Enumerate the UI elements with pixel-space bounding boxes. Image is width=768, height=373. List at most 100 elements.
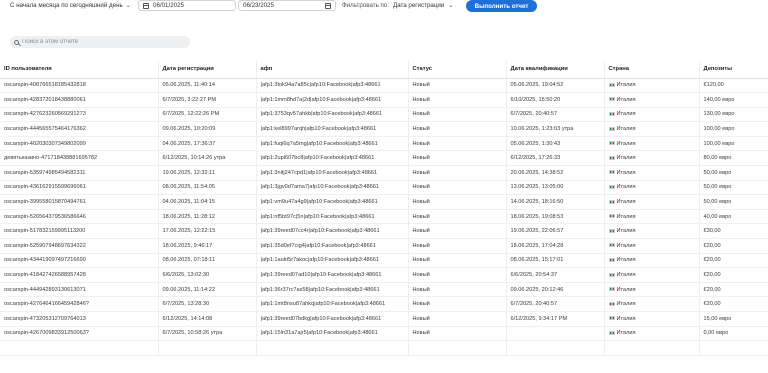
cell-registration-date: 6/7/2025, 12:22:26 PM — [158, 107, 257, 123]
cell-afp: |afp1:39reed07bdkg|afp10:Facebook|afp3:4… — [256, 311, 409, 327]
cell-registration-date: 04.06.2025, 11:04:15 — [158, 194, 257, 210]
cell-status: Новый — [408, 78, 507, 94]
column-header-user-id[interactable]: ID пользователя — [0, 61, 159, 79]
report-table: ID пользователя Дата регистрации афп Статус… — [0, 61, 768, 356]
cell-qualification-date: 09.06.2025, 20:12:46 — [506, 282, 605, 298]
cell-afp: |afp1:fuqi6q7a5mg|afp10:Facebook|afp3:48… — [256, 136, 409, 152]
country-name: Италия — [616, 199, 636, 206]
cell-status: Новый — [408, 282, 507, 298]
country-name: Италия — [616, 272, 636, 279]
cell-country: Италия — [604, 136, 700, 152]
cell-user-id: oscarspin-473205312709764013 — [0, 311, 159, 327]
cell-qualification-date: 6/6/2025, 20:54:37 — [506, 267, 605, 283]
cell-user-id: oscarspin-427623260569291273 — [0, 107, 159, 123]
column-header-status[interactable]: Статус — [408, 61, 507, 79]
table-row[interactable]: oscarspin-473205312709764013 6/12/2025, 1… — [0, 311, 768, 327]
period-select[interactable]: С начала месяца по сегодняшний день ⌄ — [10, 0, 131, 11]
country-name: Италия — [616, 140, 636, 147]
cell-country: Италия — [604, 150, 700, 167]
table-row[interactable]: oscarspin-444942893130613071 09.06.2025, … — [0, 282, 768, 298]
table-row[interactable]: oscarspin-399558015870494761 04.06.2025, … — [0, 194, 768, 210]
cell-user-id: oscarspin-535974985494582311 — [0, 165, 159, 181]
country-name: Италия — [616, 126, 636, 133]
table-row[interactable]: oscarspin-402030307349802099 04.06.2025, … — [0, 136, 768, 152]
column-header-country[interactable]: Страна — [604, 61, 700, 79]
table-row[interactable]: oscarspin-436162915599696061 08.06.2025, … — [0, 180, 768, 196]
cell-qualification-date: 05.06.2025, 19:04:52 — [506, 78, 605, 94]
cell-status: Новый — [408, 311, 507, 327]
cell-deposits: €120,00 — [699, 78, 768, 94]
search-icon — [14, 39, 19, 45]
table-row[interactable]: oscarspin-535974985494582311 19.06.2025, … — [0, 165, 768, 181]
cell-country: Италия — [604, 209, 700, 225]
cell-qualification-date: 6/7/2025, 20:40:57 — [506, 296, 605, 312]
cell-afp: |afp1:kel8997arqh|afp10:Facebook|afp3:48… — [256, 121, 409, 137]
cell-status: Новый — [408, 180, 507, 196]
column-header-qualification-date[interactable]: Дата квалификации — [506, 61, 605, 79]
table-row[interactable]: девятьказино-471718438881695782 6/12/2025… — [0, 150, 768, 167]
cell-deposits: 130,00 евро — [699, 107, 768, 123]
country-name: Италия — [616, 315, 636, 322]
cell-country: Италия — [604, 267, 700, 283]
table-row[interactable]: oscarspin-418427426588957428 6/6/2025, 13… — [0, 267, 768, 283]
table-row[interactable]: oscarspin-434419097497216690 08.06.2025, … — [0, 253, 768, 269]
italy-flag-icon — [608, 316, 615, 321]
cell-afp: |afp1:35d0ef7cig4|afp10:Facebook|afp3:48… — [256, 238, 409, 254]
country-name: Италия — [616, 286, 636, 293]
search-input[interactable] — [22, 39, 182, 45]
cell-status: Новый — [408, 326, 507, 342]
cell-status: Новый — [408, 296, 507, 312]
run-report-button[interactable]: Выполнить отчет — [466, 0, 537, 12]
cell-status: Новый — [408, 238, 507, 254]
italy-flag-icon — [608, 243, 615, 248]
table-row[interactable]: oscarspin-444565575464176362 09.06.2025, … — [0, 121, 768, 137]
calendar-icon[interactable] — [325, 2, 331, 9]
table-row[interactable]: oscarspin-428372018438880061 6/7/2025, 3:… — [0, 92, 768, 108]
cell-qualification-date: 13.06.2025, 13:05:00 — [506, 180, 605, 196]
cell-status: Новый — [408, 209, 507, 225]
cell-registration-date — [158, 340, 257, 356]
date-from-field[interactable]: 06/01/2025 — [138, 0, 236, 11]
cell-country: Италия — [604, 78, 700, 94]
cell-afp: |afp1:3753qv57ahkb|afp10:Facebook|afp3:4… — [256, 107, 409, 123]
table-row[interactable]: oscarspin-526564379536586646 18.06.2025, … — [0, 209, 768, 225]
cell-afp: |afp1:39reed07cc4r|afp10:Facebook|afp3:4… — [256, 223, 409, 240]
table-row[interactable]: oscarspin-427646416645942846? 6/7/2025, 1… — [0, 296, 768, 312]
chevron-down-icon: ⌄ — [125, 3, 131, 9]
table-row[interactable]: oscarspin-427623260569291273 6/7/2025, 12… — [0, 107, 768, 123]
filter-by-select[interactable]: Дата регистрации ⌄ — [393, 0, 453, 11]
cell-afp: |afp1:1mt8nsu87ahkq|afp10:Facebook|afp3:… — [256, 296, 409, 312]
cell-status: Новый — [408, 223, 507, 240]
cell-user-id: oscarspin-517832159995113200 — [0, 223, 159, 240]
cell-afp: |afp1:3tok94a7a85c|afp10:Facebook|afp3:4… — [256, 78, 409, 94]
country-name: Италия — [616, 242, 636, 249]
cell-country: Италия — [604, 107, 700, 123]
cell-country: Италия — [604, 223, 700, 240]
cell-status: Новый — [408, 194, 507, 210]
cell-country: Италия — [604, 180, 700, 196]
table-row[interactable] — [0, 340, 768, 356]
cell-user-id: oscarspin-434419097497216690 — [0, 253, 159, 269]
table-header-row: ID пользователя Дата регистрации афп Статус… — [0, 61, 768, 79]
cell-afp: |afp1:nf5bt97c|5n|afp10:Facebook|afp3:48… — [256, 209, 409, 225]
column-header-deposits[interactable]: Депозиты — [699, 61, 768, 79]
italy-flag-icon — [608, 228, 615, 233]
table-row[interactable]: oscarspin-408766518185432818 05.06.2025, … — [0, 78, 768, 94]
italy-flag-icon — [608, 112, 615, 116]
italy-flag-icon — [608, 330, 615, 335]
cell-registration-date: 17.06.2025, 12:22:15 — [158, 223, 257, 240]
column-header-registration-date[interactable]: Дата регистрации — [158, 61, 257, 79]
cell-registration-date: 08.06.2025, 07:18:11 — [158, 253, 257, 269]
country-name: Италия — [616, 82, 636, 89]
report-search[interactable] — [10, 36, 190, 48]
period-select-label: С начала месяца по сегодняшний день — [10, 2, 123, 9]
column-header-afp[interactable]: афп — [256, 61, 409, 79]
calendar-icon[interactable] — [143, 2, 149, 9]
table-row[interactable]: oscarspin-426700983391250063? 6/7/2025, 1… — [0, 326, 768, 342]
table-row[interactable]: oscarspin-525907948697634322 18.06.2025, … — [0, 238, 768, 254]
cell-deposits: 100,00 евро — [699, 136, 768, 152]
table-row[interactable]: oscarspin-517832159995113200 17.06.2025, … — [0, 223, 768, 240]
country-name: Италия — [616, 184, 636, 191]
date-to-field[interactable]: 06/23/2025 — [238, 0, 336, 11]
cell-user-id: oscarspin-444565575464176362 — [0, 121, 159, 137]
